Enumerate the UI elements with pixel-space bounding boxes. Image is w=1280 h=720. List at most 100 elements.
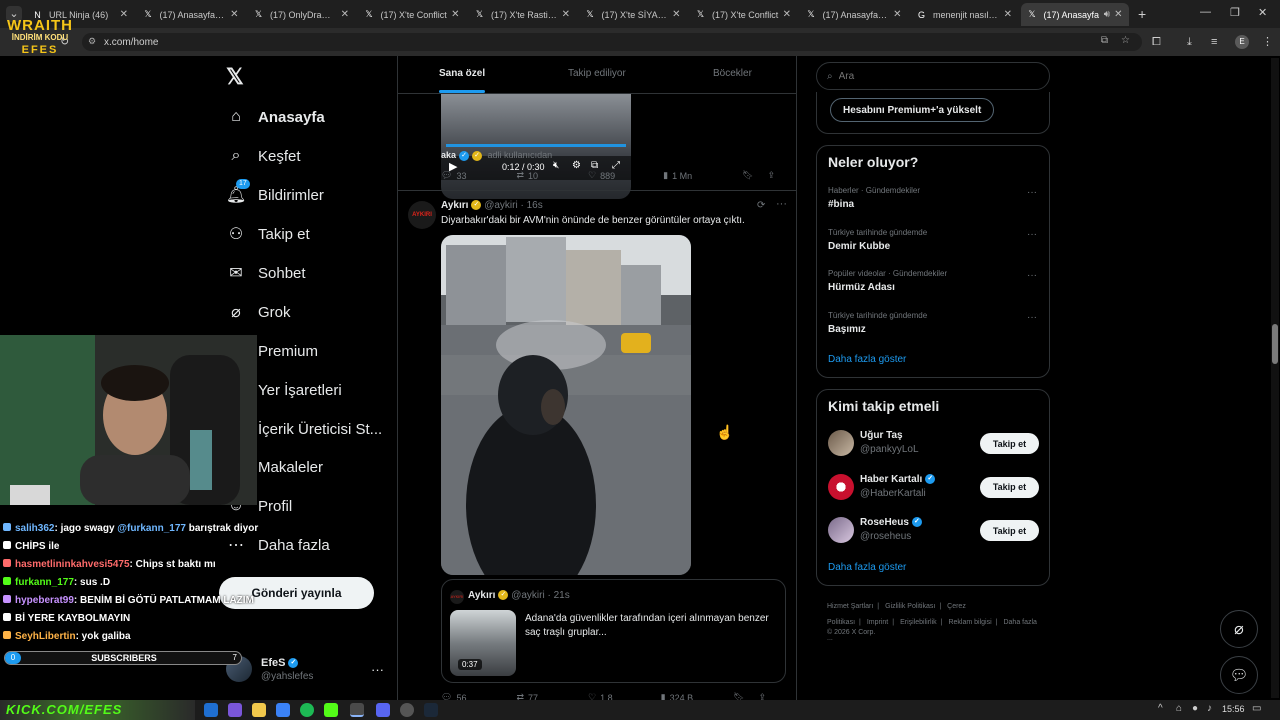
nav-item-mail[interactable]: ✉ Sohbet	[226, 256, 305, 290]
browser-tab[interactable]: 𝕏 (17) Anasayfa / X ✕	[137, 3, 245, 26]
footer-link[interactable]: Reklam bilgisi	[948, 619, 991, 626]
taskbar-explorer-icon[interactable]	[252, 703, 266, 717]
post-author[interactable]: Aykırı	[441, 200, 468, 211]
post-time[interactable]: 16s	[527, 200, 543, 211]
tray-arrow-icon[interactable]: ^	[1158, 703, 1163, 714]
views-icon[interactable]: ▮	[663, 170, 668, 181]
tab-sana-ozel[interactable]: Sana özel	[439, 68, 485, 79]
taskbar-kick-icon[interactable]	[324, 703, 338, 717]
more-dots-icon[interactable]: ···	[1027, 187, 1037, 198]
restore-icon[interactable]: ❐	[1230, 6, 1240, 19]
reading-list-icon[interactable]: ≡	[1211, 36, 1217, 48]
premium-upgrade-button[interactable]: Hesabını Premium+'a yükselt	[830, 98, 995, 122]
scrollbar-thumb[interactable]	[1272, 324, 1278, 364]
close-tab-icon[interactable]: ✕	[1114, 9, 1122, 20]
nav-item-bell[interactable]: 🔔︎ 17 Bildirimler	[226, 178, 324, 212]
url-field[interactable]: ⚙ x.com/home ⧉ ☆	[82, 33, 1142, 51]
browser-tab[interactable]: 𝕏 (17) X'te Rasti Hal ✕	[468, 3, 576, 26]
tab-audio-icon[interactable]: 🔊︎	[1104, 9, 1110, 20]
new-tab-button[interactable]: +	[1138, 6, 1146, 22]
quote-video-thumbnail[interactable]: 0:37	[450, 610, 516, 676]
taskbar-edge-icon[interactable]	[204, 703, 218, 717]
taskbar-discord-icon[interactable]	[376, 703, 390, 717]
chat-username[interactable]: SeyhLibertin	[15, 631, 76, 642]
tab-bocekler[interactable]: Böcekler	[713, 68, 752, 79]
nav-item-person-add[interactable]: ⚇ Takip et	[226, 217, 310, 251]
search-input[interactable]	[838, 70, 1019, 82]
chat-username[interactable]: CHİPS ile	[15, 541, 59, 552]
x-logo-icon[interactable]: 𝕏	[226, 64, 246, 89]
browser-tab[interactable]: 𝕏 (17) Anasayfa / X ✕	[800, 3, 908, 26]
search-box[interactable]: ⌕	[816, 62, 1050, 90]
avatar[interactable]	[828, 430, 854, 456]
tab-takip-ediliyor[interactable]: Takip ediliyor	[568, 68, 626, 79]
like-icon[interactable]: ♡	[588, 170, 596, 181]
footer-link[interactable]: Erişilebilirlik	[900, 619, 937, 626]
footer-link[interactable]: Gizlilik Politikası	[885, 603, 935, 610]
profile-avatar[interactable]: E	[1235, 35, 1249, 49]
tray-volume-icon[interactable]: ♪	[1207, 703, 1212, 714]
browser-tab[interactable]: 𝕏 (17) X'te Conflict ✕	[358, 3, 466, 26]
video-player[interactable]: ▶ 0:12 / 0:30 🔇︎ ⚙ ⧉ ⤢	[441, 94, 631, 199]
browser-tab[interactable]: Gmenenjit nasıl bir ✕	[910, 3, 1018, 26]
post-handle[interactable]: @aykiri	[484, 200, 518, 211]
taskbar-store-icon[interactable]	[228, 703, 242, 717]
close-tab-icon[interactable]: ✕	[672, 9, 680, 20]
extensions-icon[interactable]: ⧠	[1152, 36, 1161, 49]
close-tab-icon[interactable]: ✕	[562, 9, 570, 20]
nav-item-search[interactable]: ⌕ Keşfet	[226, 139, 301, 173]
chat-username[interactable]: furkann_177	[15, 577, 74, 588]
more-dots-icon[interactable]: ···	[371, 662, 384, 677]
taskbar-spotify-icon[interactable]	[300, 703, 314, 717]
taskbar-app-icon[interactable]	[276, 703, 290, 717]
more-dots-icon[interactable]: ···	[776, 198, 787, 210]
close-tab-icon[interactable]: ✕	[120, 9, 128, 20]
chat-username[interactable]: hypeberat99	[15, 595, 74, 606]
close-tab-icon[interactable]: ✕	[451, 9, 459, 20]
menu-dots-icon[interactable]: ⋮	[1262, 35, 1273, 48]
chat-username[interactable]: hasmetlininkahvesi5475	[15, 559, 130, 570]
footer-link[interactable]: Hizmet Şartları	[827, 603, 873, 610]
follow-button[interactable]: Takip et	[980, 433, 1039, 454]
post-image[interactable]	[441, 235, 691, 575]
bookmark-icon[interactable]: 🔖︎	[742, 170, 753, 181]
nav-item-grok[interactable]: ⌀ Grok	[226, 295, 290, 329]
follow-button[interactable]: Takip et	[980, 520, 1039, 541]
follow-show-more-link[interactable]: Daha fazla göster	[828, 562, 906, 573]
close-window-icon[interactable]: ✕	[1258, 6, 1267, 19]
more-dots-icon[interactable]: ···	[1027, 270, 1037, 281]
close-tab-icon[interactable]: ✕	[893, 9, 901, 20]
browser-tab[interactable]: 𝕏 (17) X'te SİYAH Sİ ✕	[579, 3, 687, 26]
download-icon[interactable]: ⤓	[1187, 36, 1192, 49]
video-progress-bar[interactable]	[446, 144, 626, 147]
more-dots-icon[interactable]: ···	[1027, 229, 1037, 240]
avatar[interactable]: AYKIRI	[408, 201, 436, 229]
close-tab-icon[interactable]: ✕	[341, 9, 349, 20]
site-info-icon[interactable]: ⚙	[88, 36, 96, 47]
taskbar-steam-icon[interactable]	[424, 703, 438, 717]
tray-mic-icon[interactable]: ●	[1192, 703, 1198, 714]
tray-network-icon[interactable]: ⌂	[1176, 703, 1182, 714]
reply-icon[interactable]: 💬︎	[441, 170, 452, 181]
suggestion-name[interactable]: Haber Kartalı ✓	[860, 474, 936, 485]
quoted-post[interactable]: AYKIRI Aykırı ✓ @aykiri · 21s 0:37 Adana'…	[441, 579, 786, 683]
notification-icon[interactable]: ▭	[1252, 703, 1261, 714]
taskbar-obs-icon[interactable]	[400, 703, 414, 717]
minimize-icon[interactable]: —	[1200, 6, 1211, 18]
follow-button[interactable]: Takip et	[980, 476, 1039, 498]
taskbar-chrome-icon[interactable]	[350, 703, 364, 717]
close-tab-icon[interactable]: ✕	[783, 9, 791, 20]
more-dots-icon[interactable]: ···	[1027, 312, 1037, 323]
share-icon[interactable]: ⇪	[768, 170, 776, 181]
close-tab-icon[interactable]: ✕	[230, 9, 238, 20]
footer-link[interactable]: Imprint	[867, 619, 888, 626]
browser-tab[interactable]: 𝕏 (17) Anasayfa 🔊︎ ✕	[1020, 3, 1129, 26]
grok-float-button[interactable]: ⌀	[1220, 610, 1258, 648]
chat-username[interactable]: salih362	[15, 523, 54, 534]
messages-float-button[interactable]: 💬︎	[1220, 656, 1258, 694]
bookmark-star-icon[interactable]: ☆	[1121, 35, 1130, 46]
grok-icon[interactable]: ⟳	[757, 200, 765, 211]
install-app-icon[interactable]: ⧉	[1101, 35, 1108, 46]
browser-tab[interactable]: 𝕏 (17) X'te Conflict ✕	[689, 3, 797, 26]
nav-item-home[interactable]: ⌂ Anasayfa	[226, 100, 325, 134]
